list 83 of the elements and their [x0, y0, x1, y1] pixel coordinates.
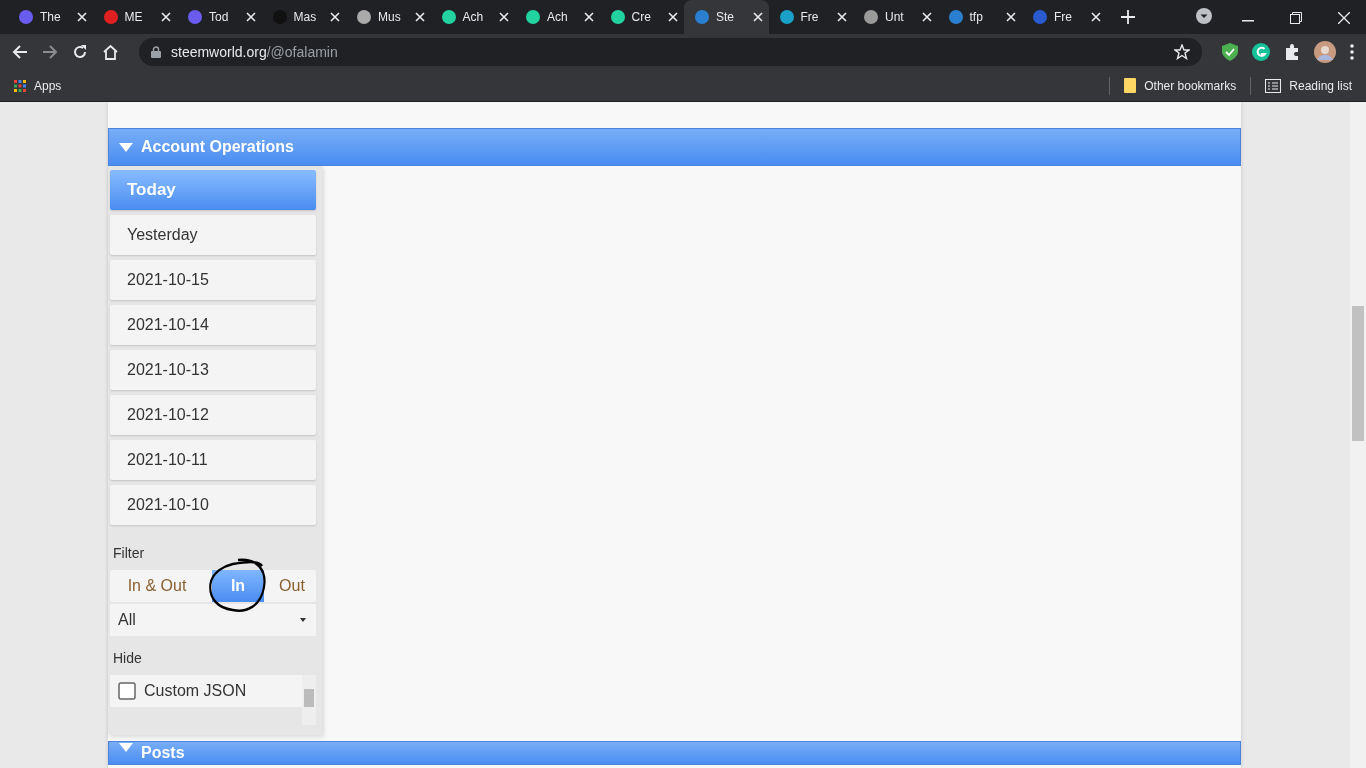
browser-tab[interactable]: The	[8, 0, 93, 34]
new-tab-icon[interactable]	[1120, 10, 1135, 24]
favicon-icon	[778, 9, 795, 25]
day-button[interactable]: 2021-10-15	[110, 260, 316, 300]
browser-tab[interactable]: ME	[92, 0, 177, 34]
list-icon	[1265, 78, 1282, 93]
browser-tab[interactable]: Fre	[1022, 0, 1107, 34]
browser-tab[interactable]: Tod	[177, 0, 262, 34]
hide-label: Hide	[113, 649, 143, 668]
favicon-icon	[356, 9, 372, 25]
scrollbar[interactable]	[302, 675, 316, 725]
close-icon[interactable]	[1006, 12, 1016, 22]
close-icon[interactable]	[921, 12, 932, 22]
browser-tab[interactable]: Ste	[684, 0, 769, 34]
close-icon[interactable]	[1338, 12, 1350, 24]
favicon-icon	[694, 9, 710, 25]
favicon-icon	[18, 9, 34, 25]
back-icon[interactable]	[12, 44, 28, 60]
browser-tab[interactable]: Ach	[430, 0, 515, 34]
home-icon[interactable]	[102, 44, 119, 60]
day-button[interactable]: 2021-10-10	[110, 485, 316, 525]
minimize-icon[interactable]	[1242, 20, 1254, 22]
close-icon[interactable]	[161, 12, 171, 22]
url-text: steemworld.org/@ofalamin	[171, 42, 338, 62]
day-button[interactable]: 2021-10-14	[110, 305, 316, 345]
reading-list-button[interactable]: Reading list	[1265, 76, 1352, 95]
caret-icon	[119, 142, 133, 152]
extension-icon[interactable]	[1252, 43, 1270, 61]
browser-tab[interactable]: Mas	[261, 0, 346, 34]
filter-label: Filter	[113, 544, 146, 563]
favicon-icon	[102, 9, 119, 25]
close-icon[interactable]	[245, 12, 256, 22]
star-icon[interactable]	[1174, 44, 1190, 60]
apps-grid-icon	[14, 79, 26, 92]
close-icon[interactable]	[583, 12, 594, 22]
browser-tab[interactable]: Cre	[599, 0, 684, 34]
folder-icon	[1124, 78, 1137, 93]
filter-option[interactable]: Out	[268, 570, 316, 602]
browser-tab[interactable]: Ach	[515, 0, 600, 34]
bookmark-folder[interactable]: Other bookmarks	[1124, 76, 1237, 95]
scrollbar[interactable]	[1350, 102, 1366, 768]
close-icon[interactable]	[330, 12, 340, 22]
avatar-icon[interactable]	[1314, 41, 1336, 63]
filter-dropdown[interactable]: All	[110, 604, 316, 636]
browser-tab[interactable]: Unt	[853, 0, 938, 34]
close-icon[interactable]	[668, 12, 678, 22]
menu-icon[interactable]	[1350, 44, 1354, 60]
forward-icon[interactable]	[42, 44, 58, 60]
favicon-icon	[525, 9, 541, 25]
caret-icon	[119, 743, 133, 752]
day-button[interactable]: 2021-10-13	[110, 350, 316, 390]
close-icon[interactable]	[414, 12, 425, 22]
restore-icon[interactable]	[1290, 12, 1302, 24]
close-icon[interactable]	[76, 12, 87, 22]
filter-option[interactable]: In & Out	[110, 570, 204, 602]
address-bar[interactable]: steemworld.org/@ofalamin	[139, 38, 1202, 66]
favicon-icon	[187, 9, 203, 25]
browser-tab[interactable]: tfp	[937, 0, 1022, 34]
checkbox[interactable]	[118, 682, 136, 700]
browser-tab[interactable]: Fre	[768, 0, 853, 34]
close-icon[interactable]	[1090, 12, 1101, 22]
tab-search-icon[interactable]	[1196, 8, 1212, 24]
favicon-icon	[1032, 9, 1048, 25]
day-button[interactable]: 2021-10-11	[110, 440, 316, 480]
reload-icon[interactable]	[72, 44, 88, 60]
scrollbar-thumb[interactable]	[1352, 306, 1364, 441]
favicon-icon	[947, 9, 964, 25]
lock-icon[interactable]	[151, 46, 161, 58]
checkbox-row[interactable]: Custom JSON	[110, 675, 302, 707]
day-button[interactable]: Yesterday	[110, 215, 316, 255]
bookmark-link[interactable]: Apps	[14, 76, 62, 95]
favicon-icon	[863, 9, 879, 25]
close-icon[interactable]	[499, 12, 509, 22]
close-icon[interactable]	[752, 12, 763, 22]
puzzle-icon[interactable]	[1284, 44, 1300, 60]
favicon-icon	[609, 9, 626, 25]
scrollbar-thumb[interactable]	[304, 689, 314, 707]
close-icon[interactable]	[837, 12, 847, 22]
browser-tab[interactable]: Mus	[346, 0, 431, 34]
day-button[interactable]: 2021-10-12	[110, 395, 316, 435]
favicon-icon	[440, 9, 457, 25]
caret-icon	[300, 618, 306, 622]
shield-icon[interactable]	[1222, 43, 1238, 61]
